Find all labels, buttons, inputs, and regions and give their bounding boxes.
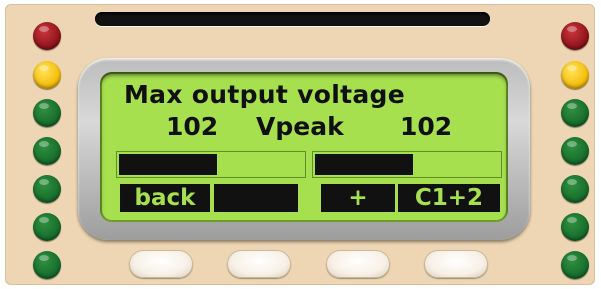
softkey-blank[interactable] <box>214 184 298 212</box>
led-left-2 <box>33 61 61 89</box>
level-bar-right-fill <box>315 154 413 175</box>
led-right-7 <box>561 251 589 279</box>
top-slot <box>95 12 490 26</box>
value-left: 102 <box>166 112 219 141</box>
softkey-channel[interactable]: C1+2 <box>398 184 500 212</box>
lcd-screen: Max output voltage 102 Vpeak 102 back + … <box>100 72 508 222</box>
led-right-6 <box>561 213 589 241</box>
led-left-7 <box>33 251 61 279</box>
level-bar-left <box>116 151 306 178</box>
softkey-plus[interactable]: + <box>321 184 395 212</box>
level-bar-right <box>312 151 502 178</box>
led-left-5 <box>33 175 61 203</box>
lcd-title: Max output voltage <box>124 80 405 109</box>
value-right: 102 <box>400 112 453 141</box>
led-right-4 <box>561 137 589 165</box>
softkey-back[interactable]: back <box>120 184 210 212</box>
led-left-1 <box>33 22 61 50</box>
hardware-button-3[interactable] <box>326 250 390 278</box>
hardware-button-1[interactable] <box>129 250 193 278</box>
led-left-4 <box>33 137 61 165</box>
hardware-button-2[interactable] <box>227 250 291 278</box>
unit-label: Vpeak <box>256 112 344 141</box>
led-left-3 <box>33 99 61 127</box>
led-right-2 <box>561 61 589 89</box>
led-right-1 <box>561 22 589 50</box>
led-left-6 <box>33 213 61 241</box>
led-right-3 <box>561 99 589 127</box>
hardware-button-4[interactable] <box>424 250 488 278</box>
led-right-5 <box>561 175 589 203</box>
level-bar-left-fill <box>119 154 217 175</box>
